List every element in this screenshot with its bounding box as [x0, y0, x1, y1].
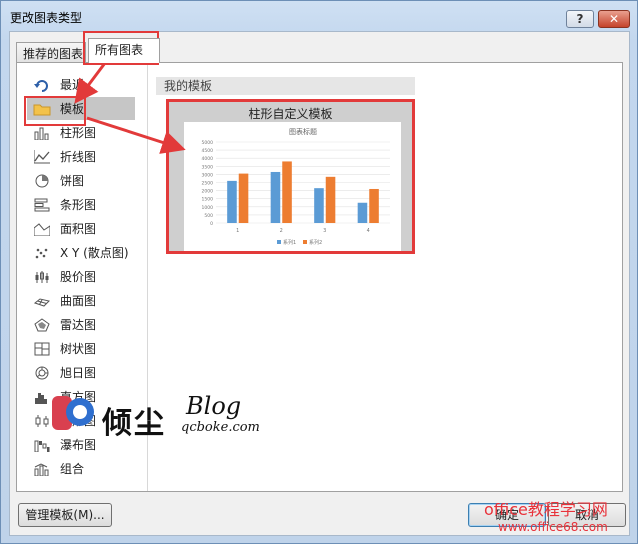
- sidebar-item-label: 瀑布图: [60, 438, 97, 452]
- bar-系列1-1: [227, 180, 237, 223]
- y-tick-label: 1500: [202, 197, 214, 203]
- sidebar-item-sunburst-chart[interactable]: 旭日图: [27, 361, 135, 384]
- y-tick-label: 2000: [202, 189, 214, 195]
- sidebar-item-label: 直方图: [60, 390, 97, 404]
- stock-chart-icon: [33, 269, 51, 285]
- chart-type-list: 最近模板柱形图折线图饼图条形图面积图 X Y (散点图) 股价图曲面图雷达图树状图旭…: [17, 63, 148, 491]
- template-name: 柱形自定义模板: [248, 107, 333, 121]
- bar-系列2-1: [238, 173, 249, 223]
- dialog-body: 推荐的图表 所有图表 最近模板柱形图折线图饼图条形图面积图 X Y (散点图) 股价…: [9, 31, 630, 536]
- y-tick-label: 4500: [202, 148, 214, 154]
- bar-chart-icon: [33, 197, 51, 213]
- sidebar-item-label: 饼图: [60, 174, 85, 188]
- template-chart-preview: 图表标题050010001500200025003000350040004500…: [202, 127, 390, 246]
- sidebar-item-label: 雷达图: [60, 318, 97, 332]
- recent-icon: [33, 77, 51, 93]
- x-tick-label: 2: [280, 228, 283, 234]
- y-tick-label: 3000: [202, 172, 214, 178]
- y-tick-label: 2500: [202, 181, 214, 187]
- treemap-chart-icon: [33, 341, 51, 357]
- sidebar-item-pie-chart[interactable]: 饼图: [27, 169, 135, 192]
- y-tick-label: 3500: [202, 164, 214, 170]
- x-tick-label: 1: [236, 228, 239, 234]
- legend-label: 系列2: [309, 239, 322, 246]
- legend-swatch: [303, 240, 307, 244]
- my-templates-header: 我的模板: [156, 77, 415, 95]
- y-tick-label: 1000: [202, 205, 214, 211]
- sidebar-item-label: 箱形图: [60, 414, 97, 428]
- bar-系列2-4: [369, 188, 379, 223]
- sidebar-item-column-chart[interactable]: 柱形图: [27, 121, 135, 144]
- sidebar-item-bar-chart[interactable]: 条形图: [27, 193, 135, 216]
- area-chart-icon: [33, 221, 51, 237]
- sidebar-item-label: 柱形图: [60, 126, 97, 140]
- sidebar-item-area-chart[interactable]: 面积图: [27, 217, 135, 240]
- sidebar-item-stock-chart[interactable]: 股价图: [27, 265, 135, 288]
- sidebar-item-label: X Y (散点图): [60, 246, 129, 260]
- legend-swatch: [277, 240, 281, 244]
- manage-templates-button[interactable]: 管理模板(M)...: [18, 503, 112, 527]
- sidebar-item-label: 模板: [60, 102, 85, 116]
- sidebar-item-histogram-chart[interactable]: 直方图: [27, 385, 135, 408]
- ok-button[interactable]: 确定: [468, 503, 546, 527]
- template-thumbnail: 图表标题 0 500 1000 1500 2000 2500 3000 3500 4000 4500…: [184, 122, 401, 251]
- sidebar-item-label: 条形图: [60, 198, 97, 212]
- histogram-chart-icon: [33, 389, 51, 405]
- tab-recommended-charts[interactable]: 推荐的图表: [16, 42, 86, 62]
- dialog-title: 更改图表类型: [10, 11, 83, 25]
- cancel-button[interactable]: 取消: [548, 503, 626, 527]
- help-button[interactable]: ?: [566, 10, 594, 28]
- sidebar-item-label: 面积图: [60, 222, 97, 236]
- x-tick-label: 4: [367, 228, 370, 234]
- y-tick-label: 4000: [202, 156, 214, 162]
- sidebar-item-scatter-chart[interactable]: X Y (散点图): [27, 241, 135, 264]
- sidebar-item-waterfall-chart[interactable]: 瀑布图: [27, 433, 135, 456]
- surface-chart-icon: [33, 293, 51, 309]
- close-button[interactable]: ✕: [598, 10, 630, 28]
- sidebar-item-label: 折线图: [60, 150, 97, 164]
- folder-icon: [33, 101, 51, 117]
- legend-label: 系列1: [283, 239, 296, 246]
- template-gallery: 我的模板 柱形自定义模板 图表标题 0 500 1000 1500 2000 2500 300…: [156, 63, 616, 491]
- sidebar-item-radar-chart[interactable]: 雷达图: [27, 313, 135, 336]
- sidebar-item-recent[interactable]: 最近: [27, 73, 135, 96]
- y-tick-label: 5000: [202, 140, 214, 146]
- bar-系列2-3: [325, 176, 336, 223]
- sidebar-item-label: 最近: [60, 78, 85, 92]
- sidebar-item-label: 树状图: [60, 342, 97, 356]
- combo-chart-icon: [33, 461, 51, 477]
- sidebar-item-label: 旭日图: [60, 366, 97, 380]
- bar-系列1-4: [357, 202, 368, 223]
- sidebar-item-box-whisker-chart[interactable]: 箱形图: [27, 409, 135, 432]
- scatter-chart-icon: [33, 245, 51, 261]
- template-card-column-custom[interactable]: 柱形自定义模板 图表标题 0 500 1000 1500 2000 2500 3000 3500…: [166, 99, 415, 254]
- sidebar-item-combo-chart[interactable]: 组合: [27, 457, 135, 480]
- sidebar-item-surface-chart[interactable]: 曲面图: [27, 289, 135, 312]
- sidebar-item-treemap-chart[interactable]: 树状图: [27, 337, 135, 360]
- radar-chart-icon: [33, 317, 51, 333]
- bar-系列1-3: [314, 188, 324, 223]
- waterfall-chart-icon: [33, 437, 51, 453]
- box-whisker-chart-icon: [33, 413, 51, 429]
- change-chart-type-dialog: 更改图表类型 ? ✕ 推荐的图表 所有图表 最近模板柱形图折线图饼图条形图面积图…: [0, 0, 638, 544]
- pie-chart-icon: [33, 173, 51, 189]
- x-tick-label: 3: [323, 228, 326, 234]
- sidebar-item-line-chart[interactable]: 折线图: [27, 145, 135, 168]
- bar-系列2-2: [282, 161, 292, 223]
- line-chart-icon: [33, 149, 51, 165]
- tab-all-charts[interactable]: 所有图表: [88, 38, 160, 63]
- sunburst-chart-icon: [33, 365, 51, 381]
- sidebar-item-label: 股价图: [60, 270, 97, 284]
- column-chart-icon: [33, 125, 51, 141]
- y-tick-label: 500: [204, 213, 213, 219]
- sidebar-item-label: 曲面图: [60, 294, 97, 308]
- sidebar-item-label: 组合: [60, 462, 85, 476]
- sidebar-item-folder[interactable]: 模板: [27, 97, 135, 120]
- all-charts-panel: 最近模板柱形图折线图饼图条形图面积图 X Y (散点图) 股价图曲面图雷达图树状图旭…: [16, 62, 623, 492]
- title-bar: 更改图表类型 ? ✕: [1, 1, 637, 31]
- y-tick-label: 0: [210, 221, 213, 227]
- chart-title: 图表标题: [289, 127, 317, 136]
- bar-系列1-2: [270, 171, 281, 223]
